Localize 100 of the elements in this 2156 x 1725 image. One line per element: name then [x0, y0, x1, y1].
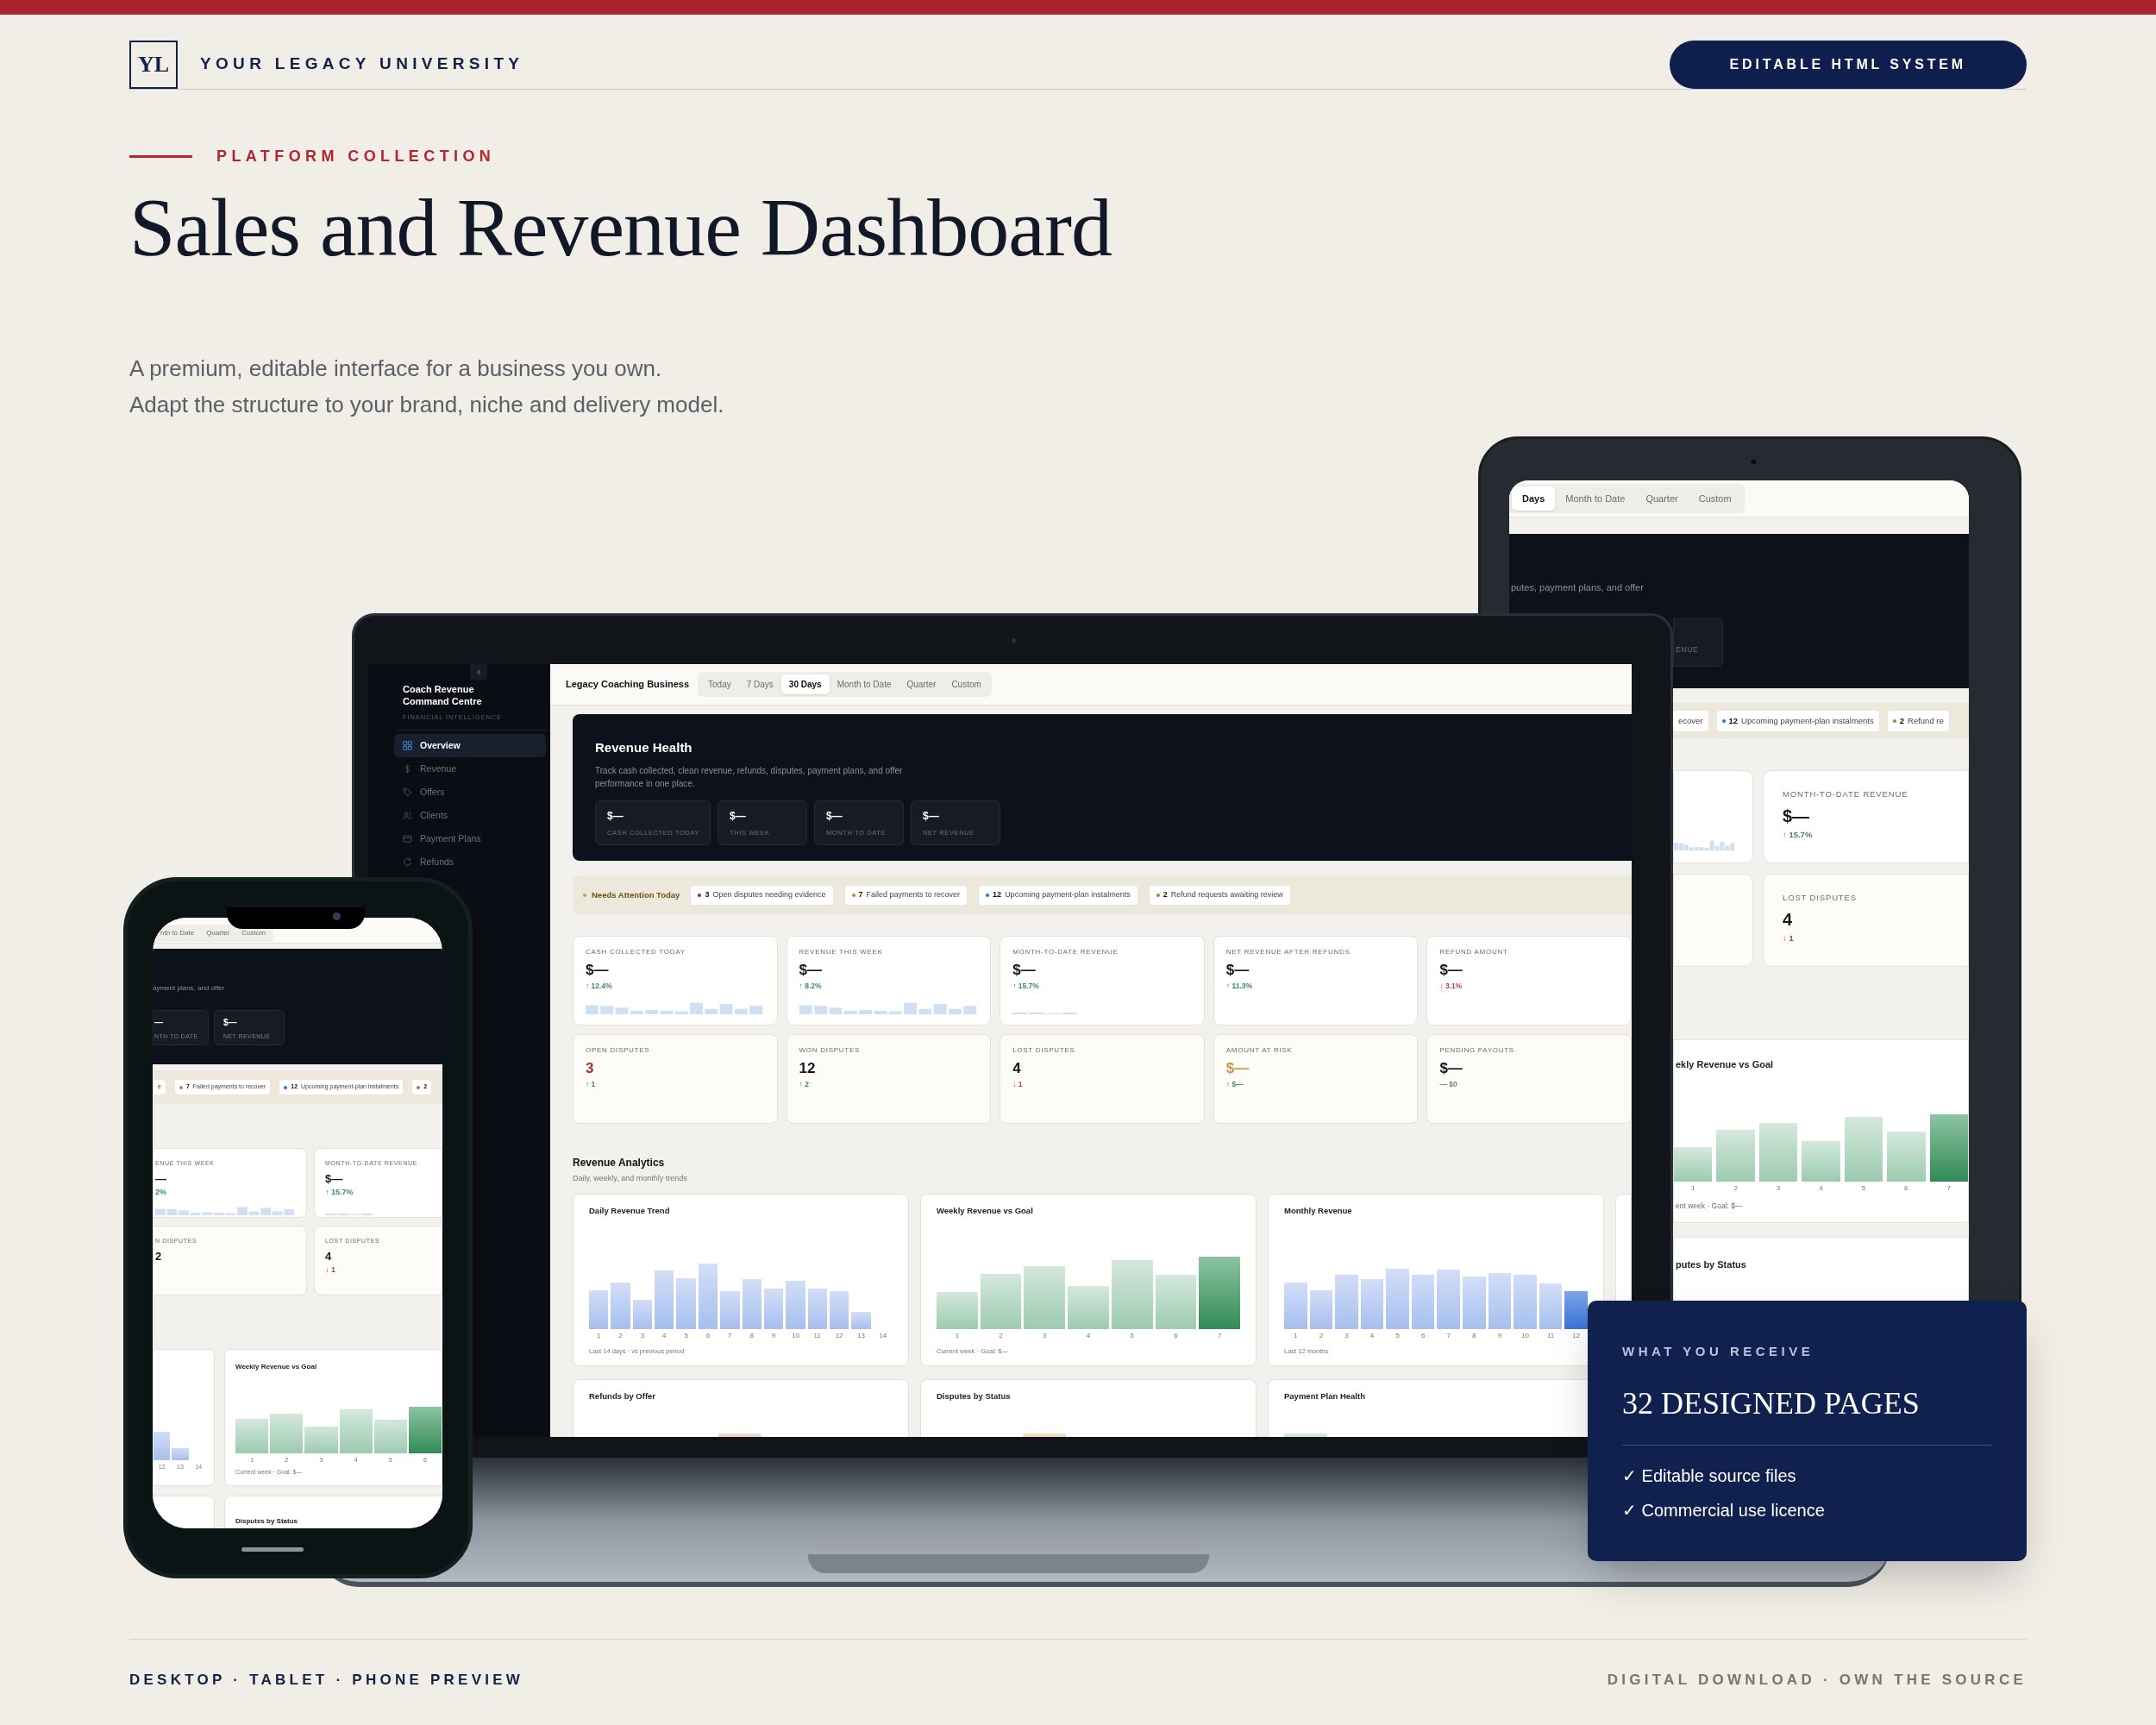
axis-label: 5 — [1395, 1332, 1400, 1339]
metric-change: — $0 — [1439, 1079, 1457, 1090]
chart-bar — [1335, 1275, 1358, 1329]
sidebar-item[interactable]: Overview — [394, 734, 546, 758]
chart-bar — [676, 1278, 696, 1329]
metric-value: $— — [799, 963, 823, 977]
chevron-left-icon — [475, 668, 482, 675]
chart-bar — [1488, 1272, 1512, 1329]
metric-value: $— — [325, 1172, 343, 1184]
sidebar-item[interactable]: Revenue — [394, 757, 546, 781]
range-tab[interactable]: Quarter — [899, 674, 944, 694]
app-title: Coach Revenue Command Centre — [403, 683, 483, 707]
range-tab[interactable]: nth to Date — [154, 926, 201, 940]
axis-label: 12 — [1572, 1332, 1581, 1339]
range-tab[interactable]: Today — [700, 674, 739, 694]
range-tab[interactable]: Custom — [1688, 486, 1742, 511]
axis-label: 8 — [749, 1332, 754, 1339]
metric-change: ↑ 11.3% — [1225, 981, 1253, 992]
axis-label: 6 — [1420, 1332, 1426, 1339]
metric-label: PENDING PAYOUTS — [1439, 1045, 1514, 1056]
home-indicator — [241, 1547, 304, 1552]
hero-description: Track cash collected, clean revenue, refunds, disputes, payment plans, and offer performance in one place. — [595, 764, 904, 790]
feature-item: ✓ Commercial use licence — [1622, 1499, 1826, 1521]
metric-value: 12 — [799, 1061, 816, 1076]
alert-text: Upcoming payment-plan instalments — [1005, 889, 1131, 901]
metric-value: $— — [1225, 963, 1250, 977]
chart-title: Daily Revenue Trend — [589, 1204, 671, 1217]
alert-count: 12 — [1728, 714, 1739, 727]
range-tab[interactable]: 7 Days — [738, 674, 781, 694]
stat-value: $— — [730, 810, 747, 821]
range-tab[interactable]: Month to Date — [829, 674, 899, 694]
chart-title: Weekly Revenue vs Goal — [235, 1362, 318, 1372]
sidebar-item[interactable]: Clients — [394, 804, 546, 828]
refresh-icon — [403, 857, 412, 868]
metric-value: $— — [586, 963, 609, 977]
range-tab[interactable]: Custom — [235, 926, 272, 940]
axis-label: 1 — [1691, 1185, 1695, 1193]
chart-bar — [1463, 1276, 1486, 1329]
hero-description: putes, payment plans, and offer — [1510, 581, 1645, 594]
metric-label: LOST DISPUTES — [1012, 1045, 1075, 1056]
metric-change: ↑ 15.7% — [325, 1186, 354, 1198]
intro-text: A premium, editable interface for a business you own. — [129, 354, 663, 382]
metric-value: 3 — [586, 1061, 594, 1076]
axis-label: 6 — [1174, 1332, 1178, 1339]
metric-change: ↓ 1 — [325, 1264, 335, 1276]
alert-text: Open disputes needing evidence — [712, 889, 826, 901]
sidebar-item[interactable]: Refunds — [394, 850, 546, 875]
chart-bar — [1309, 1289, 1333, 1329]
metric-label: MONTH-TO-DATE REVENUE — [1783, 788, 1908, 800]
brand-name: YOUR LEGACY UNIVERSITY — [200, 53, 524, 75]
axis-label: 6 — [705, 1332, 711, 1339]
attention-label: Needs Attention Today — [592, 888, 680, 901]
alert-count: 2 — [1163, 889, 1168, 901]
axis-label: 3 — [1776, 1185, 1781, 1193]
metric-change: ↑ 8.2% — [799, 981, 822, 992]
chart-bar — [1386, 1268, 1409, 1329]
chart-bar — [1758, 1123, 1798, 1182]
axis-label: 7 — [1446, 1332, 1451, 1339]
sidebar-item[interactable]: Offers — [394, 781, 546, 805]
chart-title: Payment Plan Health — [1284, 1389, 1366, 1402]
chart-title: Refunds by Offer — [589, 1389, 657, 1402]
chart-title: Disputes by Status — [235, 1517, 298, 1525]
axis-label: 2 — [999, 1332, 1003, 1339]
alert-text: Refund requests awaiting review — [1170, 889, 1283, 901]
metric-value: $— — [1439, 1061, 1463, 1076]
chart-bar — [655, 1270, 674, 1329]
range-tab[interactable]: Days — [1512, 486, 1556, 511]
chart-bar — [1360, 1279, 1384, 1329]
axis-label: 7 — [1217, 1332, 1222, 1339]
axis-label: 11 — [813, 1332, 821, 1339]
alert-count: 2 — [1899, 714, 1905, 727]
axis-label: 3 — [1043, 1332, 1047, 1339]
range-tab[interactable]: Quarter — [1635, 486, 1689, 511]
range-tab[interactable]: 30 Days — [780, 674, 830, 694]
chart-bar — [1716, 1130, 1755, 1182]
editable-system-button[interactable]: EDITABLE HTML SYSTEM — [1669, 40, 2027, 89]
stat-value: $— — [607, 810, 624, 821]
intro-text: Adapt the structure to your brand, niche and delivery model. — [129, 391, 725, 418]
metric-label: AMOUNT AT RISK — [1225, 1045, 1293, 1056]
eyebrow-label: PLATFORM COLLECTION — [216, 147, 496, 166]
chart-title: putes by Status — [1676, 1259, 1746, 1270]
axis-label: 6 — [1904, 1185, 1908, 1193]
hero-title: Revenue Health — [595, 739, 693, 756]
chart-bar — [1437, 1270, 1461, 1329]
axis-label: 5 — [684, 1332, 688, 1339]
metric-value: — — [155, 1172, 166, 1184]
range-tab[interactable]: Month to Date — [1555, 486, 1636, 511]
metric-label: REVENUE THIS WEEK — [799, 947, 883, 957]
chart-bar — [1539, 1283, 1563, 1329]
business-name: Legacy Coaching Business — [566, 678, 690, 692]
axis-label: 1 — [1294, 1332, 1298, 1339]
range-tab[interactable]: Quarter — [200, 926, 236, 940]
collapse-button[interactable] — [470, 664, 487, 680]
axis-label: 5 — [1130, 1332, 1134, 1339]
range-tab[interactable]: Custom — [943, 674, 989, 694]
axis-label: 2 — [618, 1332, 623, 1339]
stat-value: $— — [923, 810, 940, 821]
sidebar-item[interactable]: Payment Plans — [394, 827, 546, 851]
axis-label: 10 — [1521, 1332, 1529, 1339]
axis-label: 2 — [1319, 1332, 1324, 1339]
